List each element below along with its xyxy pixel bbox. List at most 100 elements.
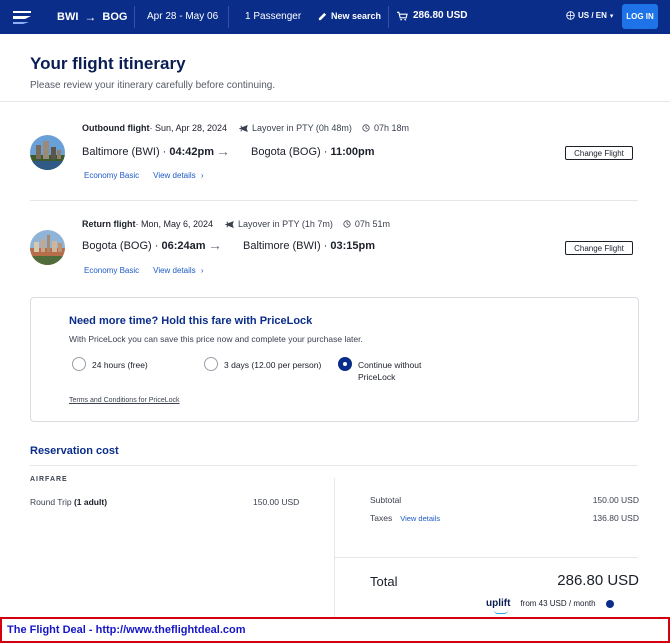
outbound-duration-text: 07h 18m — [373, 123, 409, 133]
pricelock-option-continue[interactable]: Continue without PriceLock — [338, 357, 421, 383]
pricelock-subtitle: With PriceLock you can save this price n… — [69, 334, 363, 344]
outbound-title: Outbound flight — [82, 123, 150, 133]
globe-icon — [566, 11, 575, 20]
passenger-count[interactable]: 1 Passenger — [245, 11, 301, 22]
return-layover: Layover in PTY (1h 7m) — [225, 219, 333, 229]
outbound-date: · Sun, Apr 28, 2024 — [149, 123, 228, 133]
outbound-layover: Layover in PTY (0h 48m) — [239, 123, 352, 133]
radio-button[interactable] — [204, 357, 218, 371]
round-trip-pax: (1 adult) — [73, 497, 108, 507]
flight-divider — [30, 200, 638, 201]
uplift-text: from 43 USD / month — [520, 599, 596, 608]
pencil-icon — [318, 12, 327, 20]
pricelock-option-3days[interactable]: 3 days (12.00 per person) — [204, 357, 321, 371]
login-button[interactable]: LOG IN — [622, 4, 658, 29]
outbound-depart-time: 04:42pm — [169, 146, 215, 158]
subtotal-label: Subtotal — [370, 495, 402, 505]
return-duration: 07h 51m — [343, 219, 390, 229]
route-summary[interactable]: BWI → BOG — [57, 10, 127, 24]
outbound-details-link[interactable]: View details › — [153, 171, 203, 180]
cart-summary[interactable]: 286.80 USD — [397, 10, 467, 21]
outbound-change-flight-button[interactable]: Change Flight — [565, 146, 633, 160]
total-divider — [334, 557, 638, 558]
return-to: Baltimore (BWI) — [243, 240, 321, 252]
round-trip-label: Round Trip (1 adult) — [30, 497, 108, 507]
return-title: Return flight — [82, 219, 136, 229]
airline-logo-icon[interactable] — [11, 7, 33, 27]
locale-selector[interactable]: US / EN ▾ — [566, 11, 613, 20]
radio-button-selected[interactable] — [338, 357, 352, 371]
clock-icon — [343, 220, 351, 228]
return-depart-time: 06:24am — [161, 240, 206, 252]
return-from: Bogota (BOG) — [82, 240, 152, 252]
header-divider — [228, 6, 229, 28]
return-arrival: Baltimore (BWI) · 03:15pm — [243, 240, 376, 252]
return-arrive-time: 03:15pm — [330, 240, 376, 252]
total-value: 286.80 USD — [557, 572, 639, 589]
baltimore-thumbnail — [30, 135, 65, 170]
section-divider — [0, 101, 670, 102]
uplift-financing[interactable]: uplift from 43 USD / month — [486, 598, 614, 614]
origin-code: BWI — [57, 11, 79, 23]
pricelock-panel: Need more time? Hold this fare with Pric… — [30, 297, 639, 422]
flight-deal-banner: The Flight Deal - http://www.theflightde… — [0, 617, 670, 643]
return-details-link[interactable]: View details › — [153, 266, 203, 275]
round-trip-value: 150.00 USD — [253, 497, 300, 507]
section-divider — [30, 465, 638, 466]
subtotal-value: 150.00 USD — [592, 495, 639, 505]
total-label: Total — [370, 574, 398, 589]
outbound-from: Baltimore (BWI) — [82, 146, 160, 158]
outbound-to: Bogota (BOG) — [251, 146, 321, 158]
arrow-right-icon: → — [216, 143, 230, 159]
chevron-right-icon: › — [200, 266, 204, 275]
taxes-row: Taxes View details — [370, 513, 440, 523]
outbound-arrival: Bogota (BOG) · 11:00pm — [251, 146, 375, 158]
clock-icon — [362, 124, 370, 132]
cart-icon — [397, 11, 408, 20]
bogota-thumbnail — [30, 230, 65, 265]
header-divider — [388, 6, 389, 28]
page-title: Your flight itinerary — [30, 54, 186, 73]
return-links: Economy Basic View details › — [84, 266, 204, 275]
pricelock-option-label: 24 hours (free) — [92, 360, 148, 370]
travel-dates[interactable]: Apr 28 - May 06 — [147, 11, 218, 22]
column-divider — [334, 478, 335, 618]
outbound-duration: 07h 18m — [362, 123, 409, 133]
new-search-label: New search — [331, 11, 382, 21]
return-date: · Mon, May 6, 2024 — [135, 219, 214, 229]
taxes-value: 136.80 USD — [592, 513, 639, 523]
taxes-details-link[interactable]: View details — [400, 513, 440, 523]
outbound-flight-card: Outbound flight · Sun, Apr 28, 2024 Layo… — [30, 118, 640, 188]
return-header: Return flight · Mon, May 6, 2024 Layover… — [82, 219, 390, 229]
pricelock-title: Need more time? Hold this fare with Pric… — [69, 315, 313, 327]
new-search-button[interactable]: New search — [318, 11, 381, 21]
page-subtitle: Please review your itinerary carefully b… — [30, 80, 276, 91]
plane-icon — [225, 220, 234, 228]
outbound-departure: Baltimore (BWI) · 04:42pm — [82, 146, 215, 158]
return-layover-text: Layover in PTY (1h 7m) — [238, 219, 333, 229]
return-duration-text: 07h 51m — [354, 219, 390, 229]
return-change-flight-button[interactable]: Change Flight — [565, 241, 633, 255]
chevron-down-icon: ▾ — [609, 12, 614, 20]
locale-label: US / EN — [578, 11, 607, 20]
return-flight-card: Return flight · Mon, May 6, 2024 Layover… — [30, 213, 640, 283]
info-icon[interactable] — [605, 599, 614, 608]
outbound-fare-link[interactable]: Economy Basic — [84, 171, 139, 180]
arrow-right-icon: → — [208, 237, 222, 253]
top-navigation-bar: BWI → BOG Apr 28 - May 06 1 Passenger Ne… — [0, 0, 670, 34]
flight-deal-text[interactable]: The Flight Deal - http://www.theflightde… — [7, 624, 246, 636]
outbound-arrive-time: 11:00pm — [330, 146, 375, 158]
radio-button[interactable] — [72, 357, 86, 371]
pricelock-terms-link[interactable]: Terms and Conditions for PriceLock — [69, 397, 180, 404]
return-departure: Bogota (BOG) · 06:24am — [82, 240, 206, 252]
outbound-header: Outbound flight · Sun, Apr 28, 2024 Layo… — [82, 123, 409, 133]
taxes-label: Taxes — [370, 513, 393, 523]
chevron-right-icon: › — [200, 171, 204, 180]
return-fare-link[interactable]: Economy Basic — [84, 266, 139, 275]
pricelock-option-24h[interactable]: 24 hours (free) — [72, 357, 148, 371]
pricelock-option-label: Continue without PriceLock — [358, 360, 422, 382]
cart-total: 286.80 USD — [413, 10, 468, 21]
airfare-heading: AIRFARE — [30, 476, 68, 483]
header-divider — [134, 6, 135, 28]
uplift-logo: uplift — [486, 598, 511, 614]
